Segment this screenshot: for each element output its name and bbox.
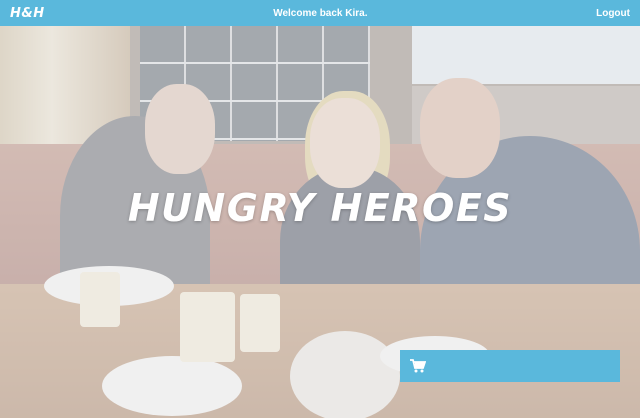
welcome-message: Welcome back Kira.	[273, 7, 368, 19]
logout-link[interactable]: Logout	[596, 8, 630, 19]
top-navigation-bar: H&H Welcome back Kira. Logout	[0, 0, 640, 26]
shopping-cart-icon	[410, 359, 427, 373]
cart-button[interactable]	[400, 350, 620, 382]
hero-title: HUNGRY HEROES	[127, 186, 513, 230]
brand-logo[interactable]: H&H	[10, 6, 45, 21]
